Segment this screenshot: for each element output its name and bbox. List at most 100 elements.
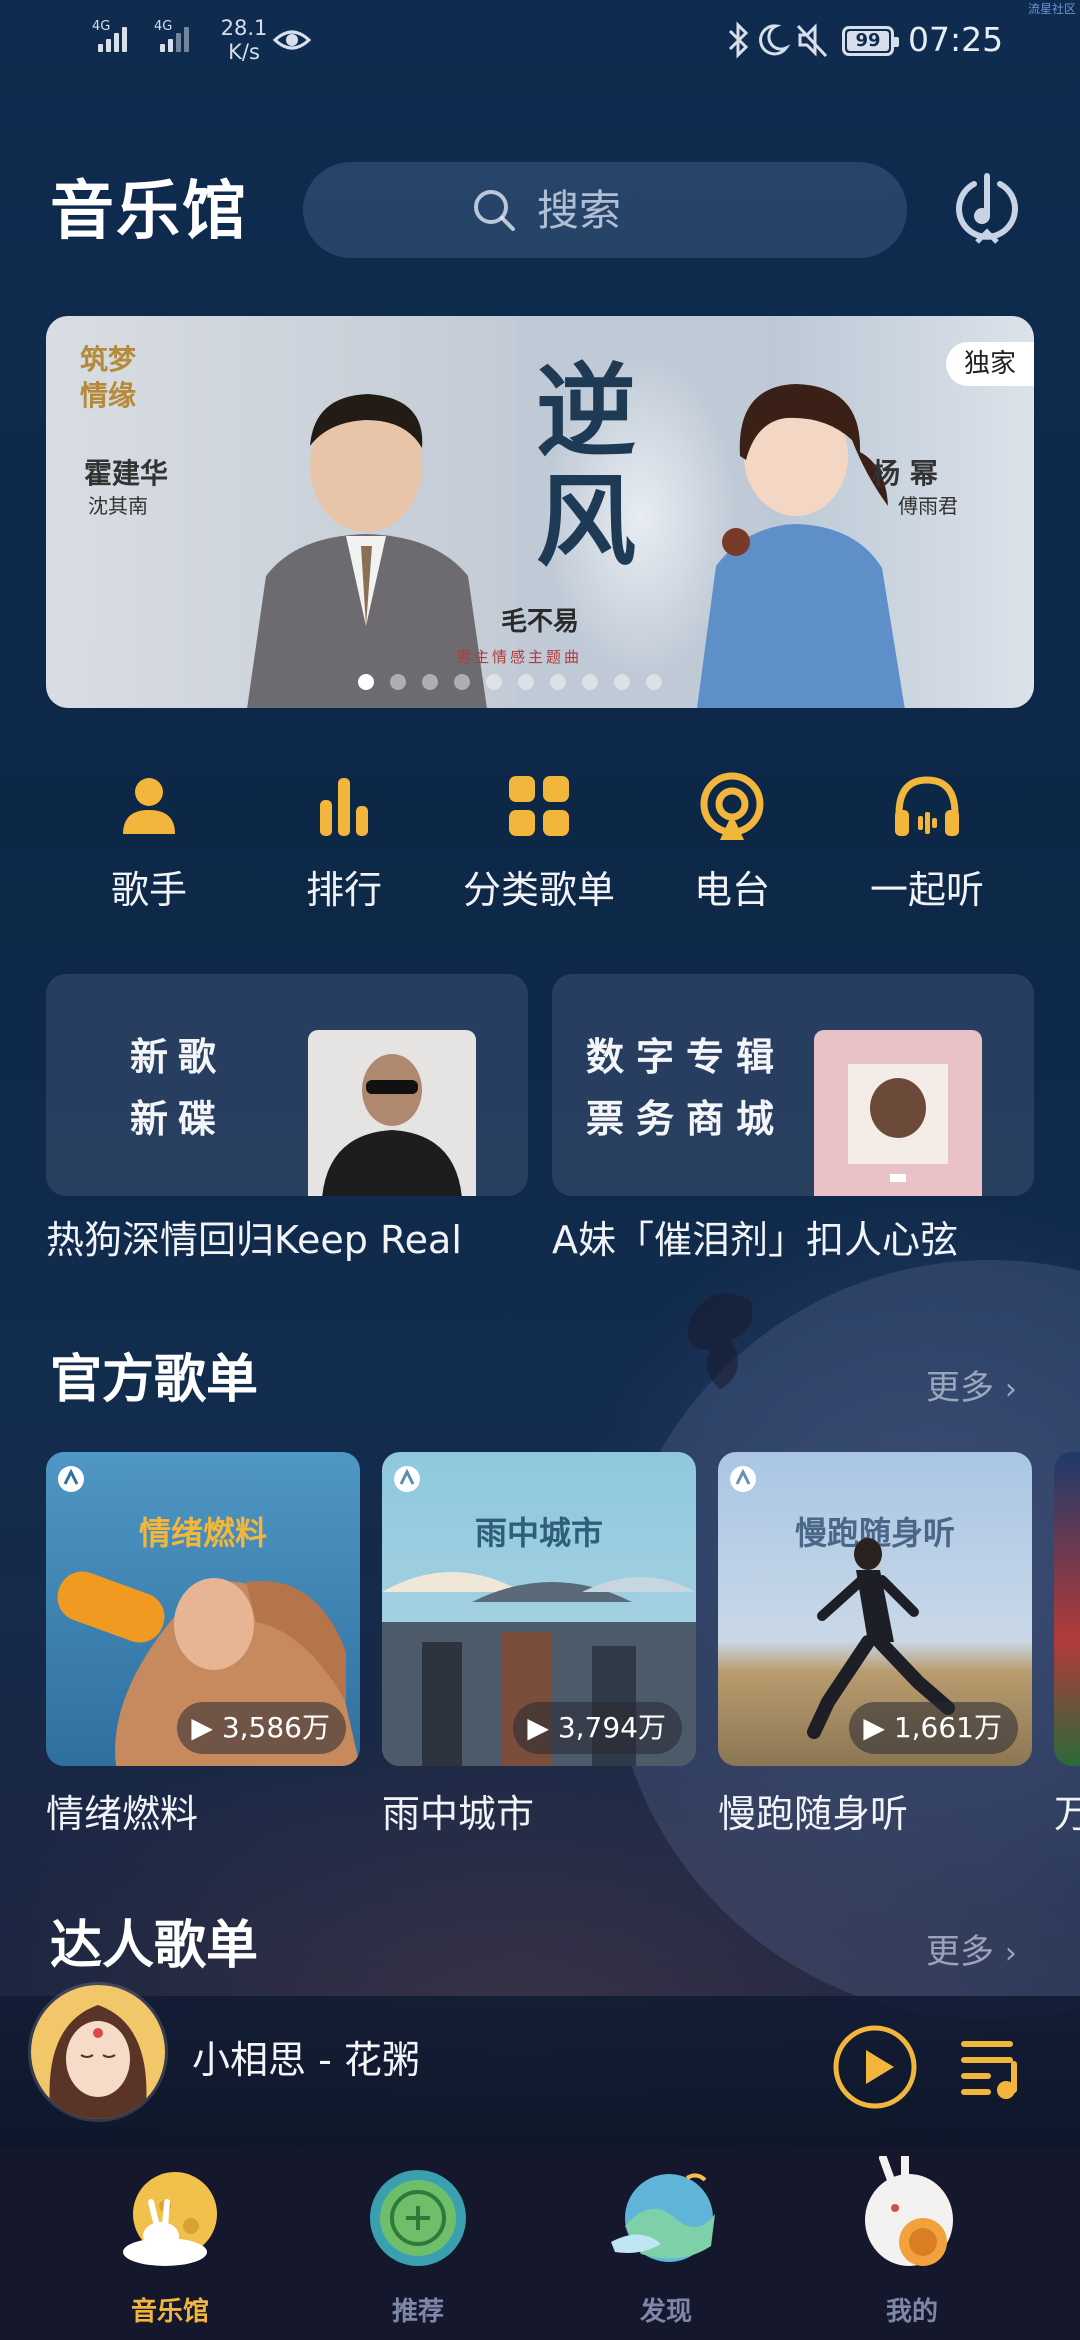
promo-caption-2[interactable]: A妹「催泪剂」扣人心弦 (552, 1216, 958, 1264)
banner-dot[interactable] (390, 674, 406, 690)
playlist-3-play-count: ▶ 1,661万 (849, 1702, 1018, 1754)
grid-icon (509, 776, 569, 836)
playlist-card-2[interactable]: 雨中城市 ▶ 3,794万 (382, 1452, 696, 1766)
banner-dot[interactable] (646, 674, 662, 690)
search-bar[interactable] (303, 162, 907, 258)
banner-dot[interactable] (614, 674, 630, 690)
play-button-icon[interactable] (832, 2024, 918, 2110)
promo-banner[interactable]: 筑梦情缘 霍建华 沈其南 杨 幂 傅雨君 逆风 毛不易 男主情感主题曲 独家 (46, 316, 1034, 708)
playlist-4-name-partial[interactable]: 万 (1054, 1790, 1080, 1838)
qq-music-logo-icon (730, 1466, 756, 1492)
playlist-1-count-text: 3,586万 (221, 1711, 330, 1744)
radio-icon (700, 772, 764, 840)
shortcut-listen-together-label: 一起听 (869, 868, 984, 912)
headphones-icon (895, 776, 959, 836)
tab-mine[interactable]: 我的 (822, 2152, 1002, 2328)
tab-discover[interactable]: 发现 (576, 2156, 756, 2328)
network-speed-value: 28.1 (220, 16, 268, 40)
chevron-right-icon: › (1004, 1372, 1017, 1407)
signal-bars-1-icon (98, 22, 134, 52)
page-title: 音乐馆 (50, 175, 248, 249)
tab-discover-label: 发现 (639, 2297, 692, 2327)
playlist-3-name[interactable]: 慢跑随身听 (718, 1790, 908, 1838)
playlist-3-count-text: 1,661万 (893, 1711, 1002, 1744)
promo-digital-album-line2: 票务商城 (586, 1097, 787, 1141)
qq-music-logo-icon (394, 1466, 420, 1492)
shortcut-listen-together[interactable]: 一起听 (832, 770, 1022, 912)
official-more-link[interactable]: 更多 › (926, 1366, 1017, 1412)
playlist-queue-icon[interactable] (958, 2030, 1030, 2102)
shortcut-singer[interactable]: 歌手 (54, 770, 244, 912)
mooncake-icon (370, 2170, 466, 2266)
official-more-label: 更多 (926, 1368, 994, 1408)
banner-subcaption: 男主情感主题曲 (456, 648, 583, 666)
banner-artist: 毛不易 (501, 607, 580, 637)
playlist-1-play-count: ▶ 3,586万 (177, 1702, 346, 1754)
banner-actor-right-name: 杨 幂 (872, 457, 938, 490)
playlist-1-name[interactable]: 情绪燃料 (46, 1790, 198, 1838)
promo-new-releases-line2: 新碟 (130, 1097, 227, 1141)
exclusive-badge: 独家 (945, 342, 1034, 386)
banner-actor-left-role: 沈其南 (88, 494, 148, 518)
promo-card-new-releases[interactable]: 新歌 新碟 (46, 974, 528, 1196)
playlist-2-play-count: ▶ 3,794万 (513, 1702, 682, 1754)
promo-card-digital-album[interactable]: 数字专辑 票务商城 (552, 974, 1034, 1196)
playlist-2-cover-text: 雨中城市 (474, 1514, 603, 1552)
promo-new-releases-line1: 新歌 (130, 1035, 227, 1079)
playlist-2-name[interactable]: 雨中城市 (382, 1790, 534, 1838)
banner-dot[interactable] (422, 674, 438, 690)
play-icon: ▶ (527, 1711, 549, 1744)
banner-actor-right-role: 傅雨君 (898, 494, 958, 518)
search-icon (474, 190, 515, 231)
banner-dot[interactable] (550, 674, 566, 690)
network-speed-unit: K/s (228, 40, 260, 64)
shortcut-radio-label: 电台 (693, 868, 770, 912)
tab-music-hall-label: 音乐馆 (130, 2297, 209, 2327)
shortcut-radio[interactable]: 电台 (637, 770, 827, 912)
promo-new-releases-image (308, 1030, 476, 1196)
shortcut-chart[interactable]: 排行 (249, 770, 439, 912)
banner-song-title: 逆风 (536, 352, 636, 580)
playlist-card-3[interactable]: 慢跑随身听 ▶ 1,661万 (718, 1452, 1032, 1766)
expert-more-label: 更多 (926, 1932, 994, 1972)
shortcut-chart-label: 排行 (305, 868, 382, 912)
banner-actor-female-image (697, 384, 905, 708)
banner-dot[interactable] (358, 674, 374, 690)
mute-icon (796, 23, 828, 58)
tab-recommend[interactable]: 推荐 (328, 2156, 508, 2328)
now-playing-cover[interactable] (28, 1982, 168, 2122)
rabbit-lantern-icon (865, 2152, 953, 2266)
playlist-card-4-partial[interactable] (1054, 1452, 1080, 1766)
play-icon: ▶ (191, 1711, 213, 1744)
promo-digital-album-image (814, 1030, 982, 1196)
status-bar: 4G 4G 28.1 K/s 99 07:25 (0, 0, 1080, 84)
search-input[interactable] (535, 184, 739, 236)
playlist-card-1[interactable]: 情绪燃料 ▶ 3,586万 (46, 1452, 360, 1766)
banner-pagination[interactable] (46, 674, 1034, 690)
shortcut-category-label: 分类歌单 (462, 868, 615, 912)
music-recognition-icon[interactable] (952, 170, 1022, 250)
banner-drama-title: 筑梦情缘 (80, 343, 137, 412)
qq-music-logo-icon (58, 1466, 84, 1492)
shortcut-category[interactable]: 分类歌单 (444, 770, 634, 912)
now-playing-title[interactable]: 小相思 - 花粥 (192, 2036, 420, 2084)
chevron-right-icon: › (1004, 1936, 1017, 1971)
expert-more-link[interactable]: 更多 › (926, 1930, 1017, 1976)
singer-icon (123, 778, 175, 834)
watermark: 流星社区 (1028, 2, 1077, 16)
battery-level: 99 (847, 31, 889, 51)
moon-rabbit-icon (123, 2172, 217, 2266)
banner-actor-left-name: 霍建华 (84, 457, 169, 490)
promo-digital-album-line1: 数字专辑 (586, 1035, 787, 1079)
banner-dot[interactable] (486, 674, 502, 690)
eye-icon (272, 30, 312, 50)
banner-dot[interactable] (518, 674, 534, 690)
promo-caption-1[interactable]: 热狗深情回归Keep Real (46, 1216, 462, 1264)
section-title-official: 官方歌单 (50, 1350, 259, 1410)
signal-bars-2-icon (160, 22, 196, 52)
clock: 07:25 (908, 20, 1004, 59)
section-title-expert: 达人歌单 (50, 1916, 259, 1976)
tab-music-hall[interactable]: 音乐馆 (80, 2156, 260, 2328)
banner-dot[interactable] (454, 674, 470, 690)
banner-dot[interactable] (582, 674, 598, 690)
